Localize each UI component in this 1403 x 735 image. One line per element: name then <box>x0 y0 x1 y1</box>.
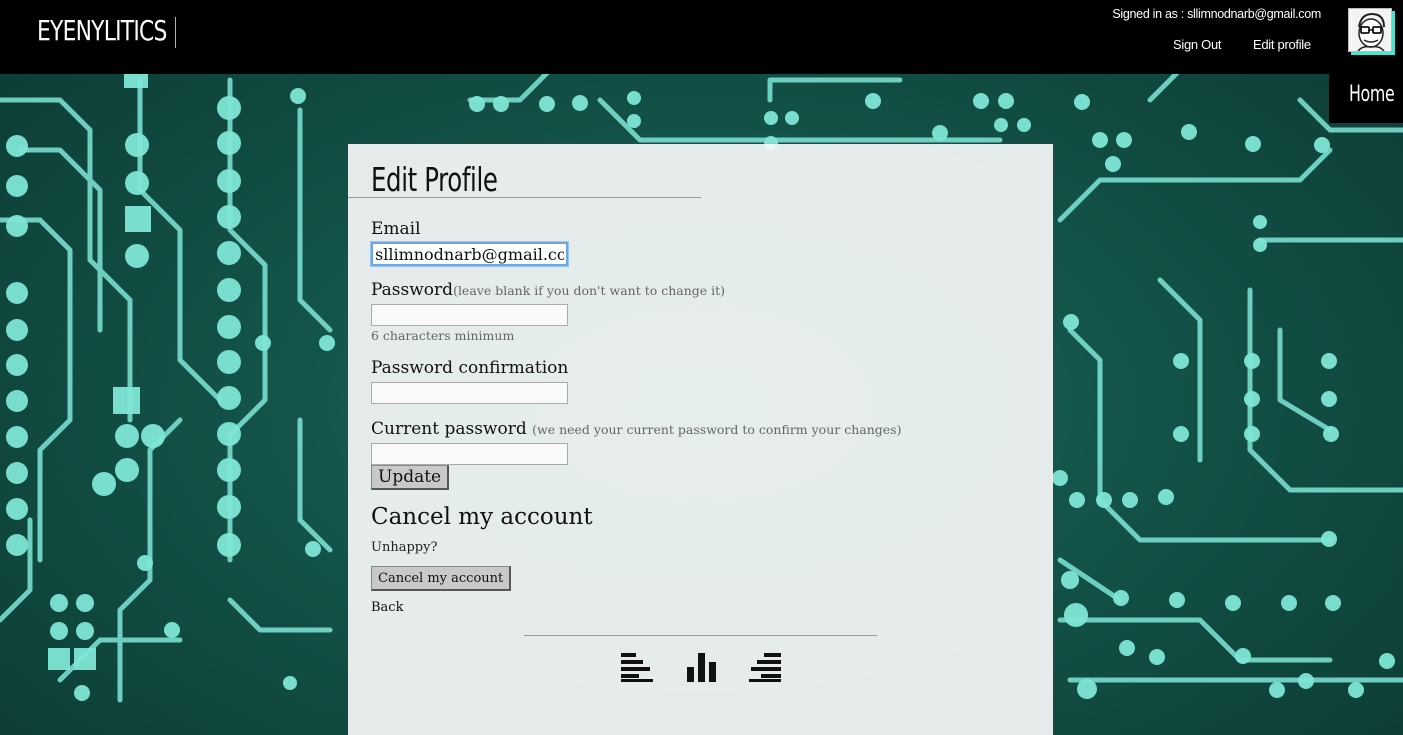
unhappy-text: Unhappy? <box>371 540 438 555</box>
avatar[interactable] <box>1348 8 1392 52</box>
current-password-label-row: Current password (we need your current p… <box>371 419 901 439</box>
align-right-bars-icon[interactable] <box>748 651 782 683</box>
footer-divider <box>524 635 877 636</box>
edit-profile-link[interactable]: Edit profile <box>1253 37 1311 52</box>
back-link[interactable]: Back <box>371 600 403 615</box>
password-confirmation-field[interactable] <box>371 382 568 404</box>
title-underline <box>348 197 701 198</box>
logo-divider <box>175 17 176 48</box>
email-label: Email <box>371 219 421 239</box>
cancel-account-button[interactable]: Cancel my account <box>371 566 512 591</box>
current-password-hint: (we need your current password to confir… <box>532 422 902 437</box>
avatar-caricature-icon <box>1349 9 1391 51</box>
password-label-row: Password(leave blank if you don't want t… <box>371 280 725 300</box>
password-field[interactable] <box>371 304 568 326</box>
password-confirmation-label: Password confirmation <box>371 358 569 378</box>
password-min-hint: 6 characters minimum <box>371 328 515 343</box>
current-password-field[interactable] <box>371 443 568 465</box>
edit-profile-panel: Edit Profile Email Password(leave blank … <box>348 144 1053 735</box>
align-left-bars-icon[interactable] <box>620 651 654 683</box>
sign-out-link[interactable]: Sign Out <box>1173 37 1221 52</box>
page-title: Edit Profile <box>371 160 498 199</box>
signed-in-text: Signed in as : sllimnodnarb@gmail.com <box>1112 7 1321 21</box>
cancel-account-heading: Cancel my account <box>371 504 593 530</box>
email-field[interactable] <box>370 241 569 267</box>
update-button[interactable]: Update <box>371 465 450 490</box>
app-logo[interactable]: EYENYLITICS <box>37 14 167 47</box>
top-header: EYENYLITICS Signed in as : sllimnodnarb@… <box>0 0 1403 74</box>
bar-chart-icon[interactable] <box>685 651 719 683</box>
current-password-label: Current password <box>371 419 527 439</box>
home-tab-label[interactable]: Home <box>1349 82 1395 107</box>
password-hint: (leave blank if you don't want to change… <box>453 283 726 298</box>
password-label: Password <box>371 280 454 300</box>
